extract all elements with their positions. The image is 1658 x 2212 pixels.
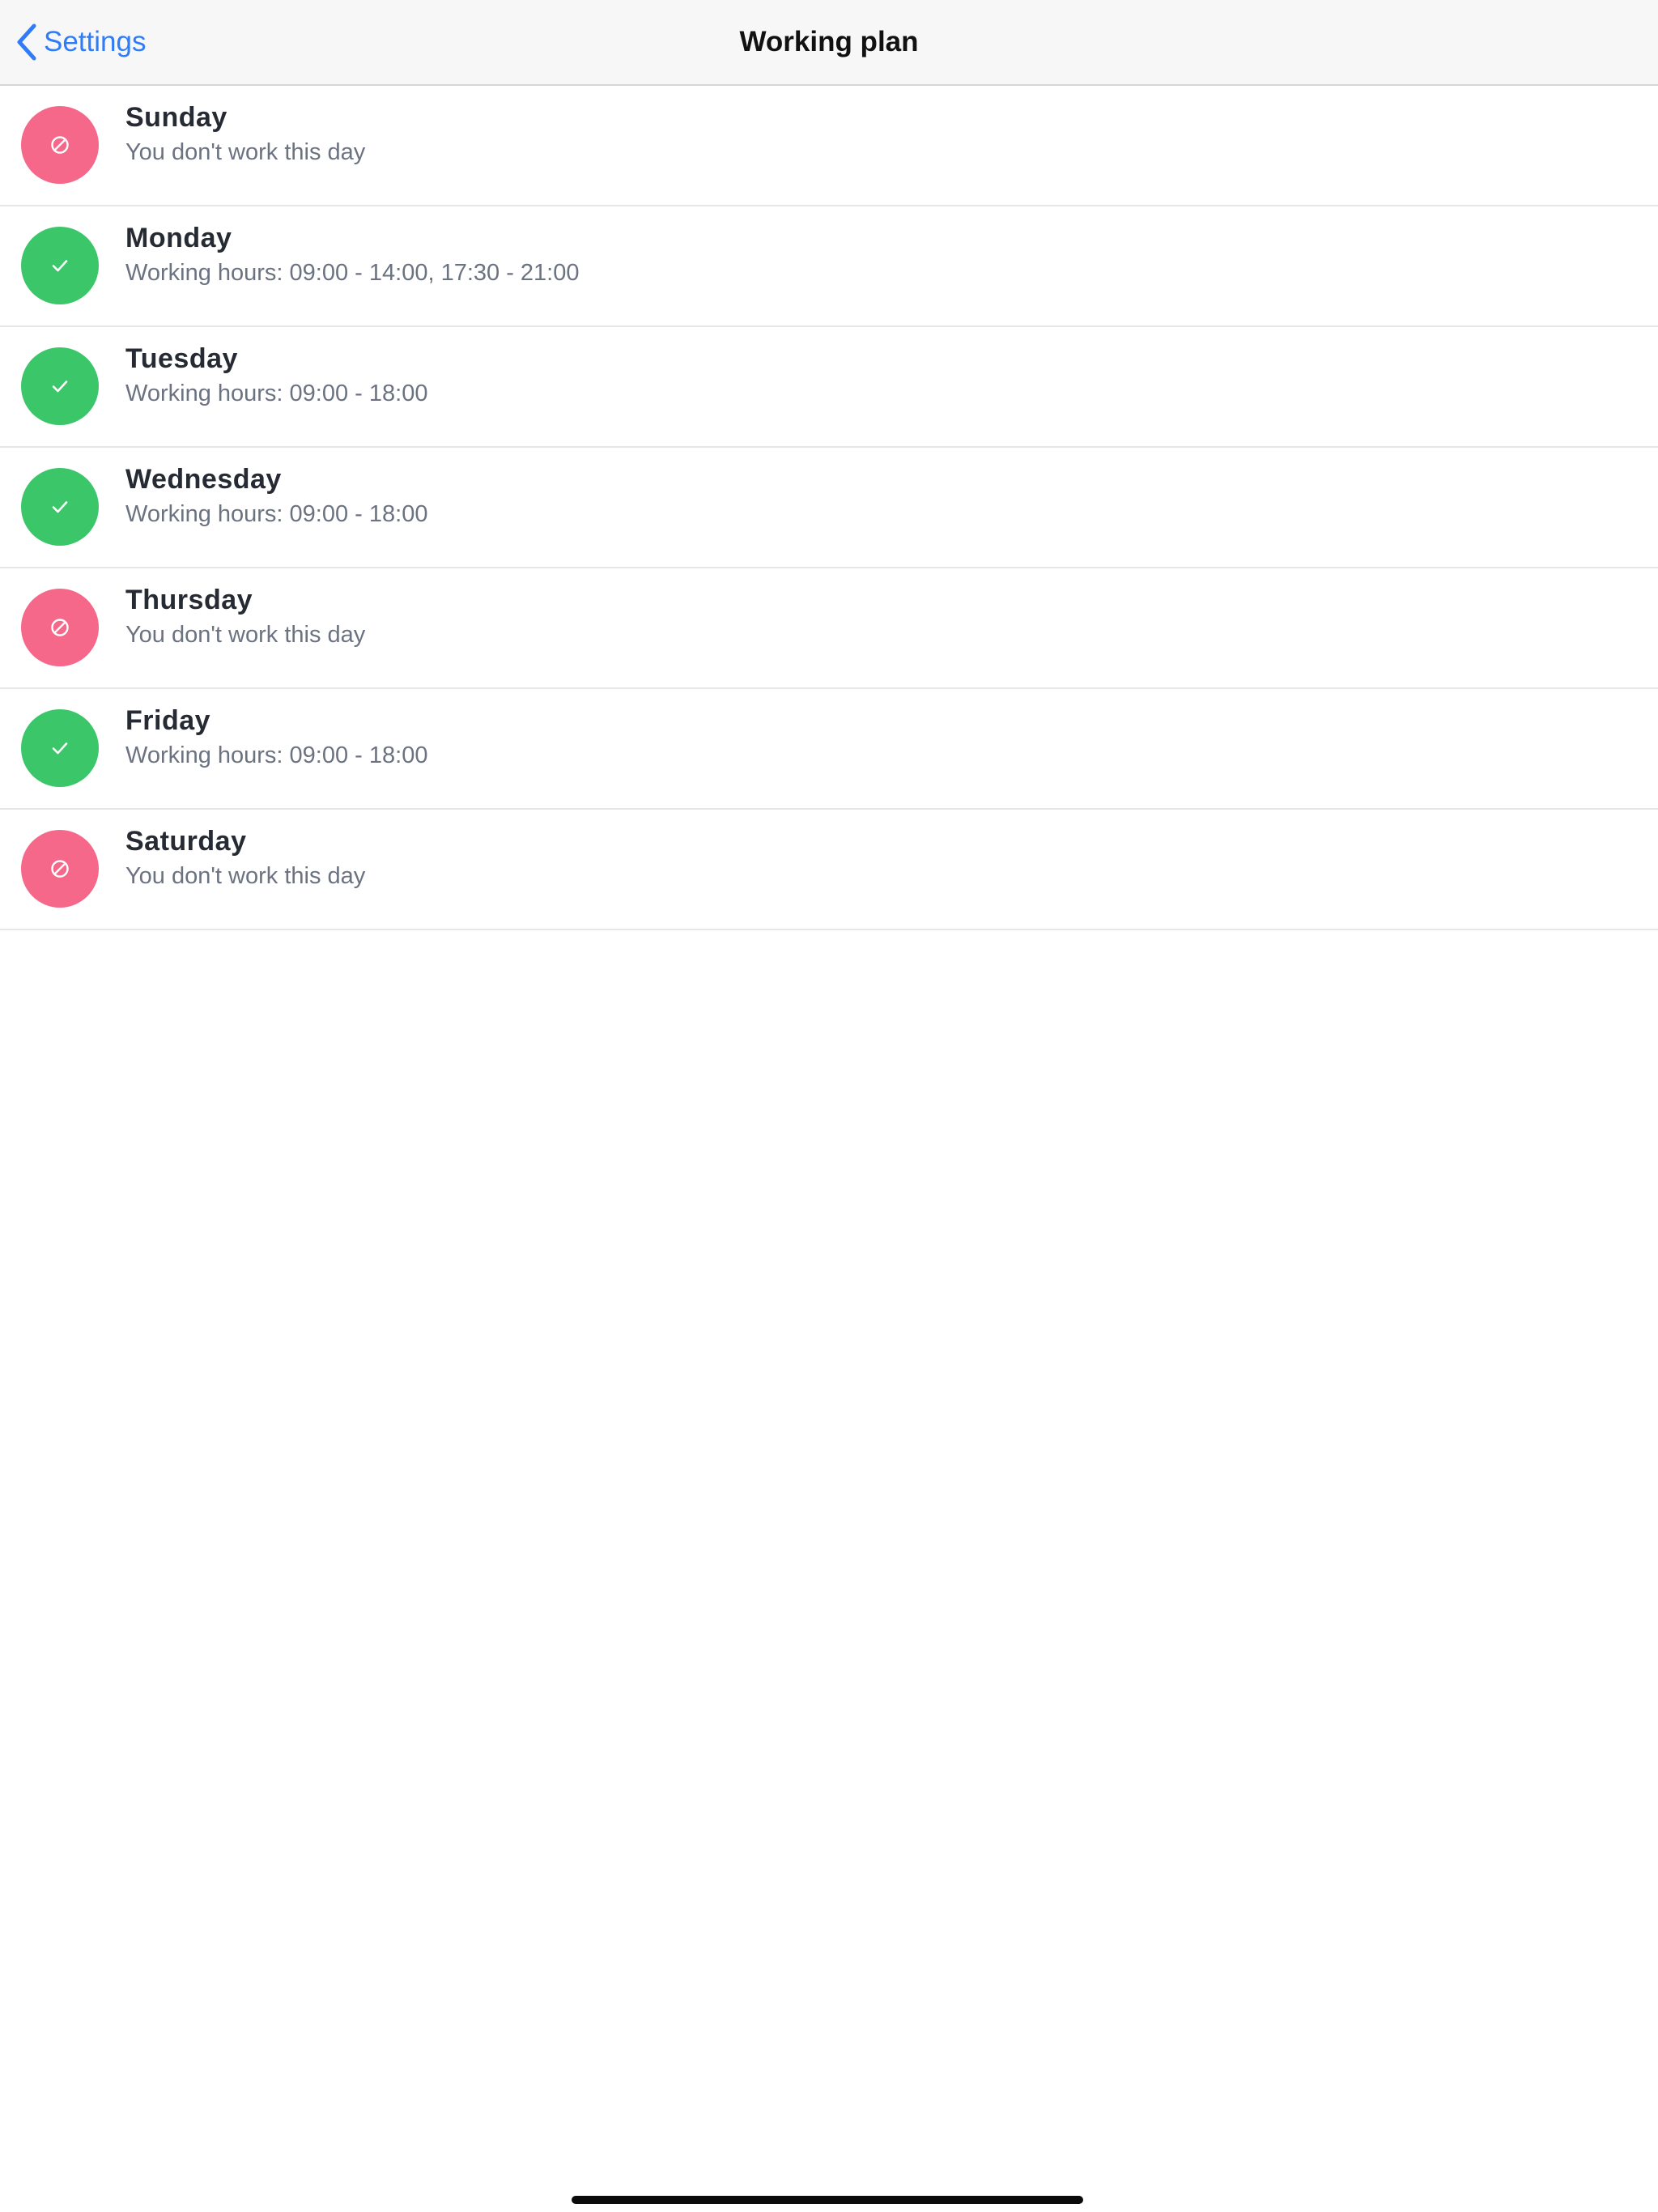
- checkmark-icon: [52, 742, 68, 755]
- day-detail: Working hours: 09:00 - 18:00: [125, 742, 428, 768]
- day-row-monday[interactable]: Monday Working hours: 09:00 - 14:00, 17:…: [0, 206, 1658, 327]
- day-name: Saturday: [125, 826, 247, 857]
- checkmark-icon: [52, 260, 68, 272]
- day-row-friday[interactable]: Friday Working hours: 09:00 - 18:00: [0, 689, 1658, 810]
- day-detail: You don't work this day: [125, 139, 366, 165]
- home-indicator[interactable]: [572, 2196, 1083, 2204]
- prohibited-icon: [51, 136, 69, 154]
- status-badge: [21, 830, 99, 908]
- day-name: Friday: [125, 705, 211, 736]
- day-name: Wednesday: [125, 464, 282, 495]
- prohibited-icon: [51, 860, 69, 878]
- day-list: Sunday You don't work this day Monday Wo…: [0, 86, 1658, 930]
- status-badge: [21, 589, 99, 666]
- working-plan-screen: Settings Working plan Sunday You don't w…: [0, 0, 1658, 2212]
- day-detail: Working hours: 09:00 - 18:00: [125, 381, 428, 406]
- day-detail: You don't work this day: [125, 622, 366, 648]
- day-name: Tuesday: [125, 343, 238, 374]
- status-badge: [21, 106, 99, 184]
- status-badge: [21, 709, 99, 787]
- status-badge: [21, 227, 99, 304]
- day-row-saturday[interactable]: Saturday You don't work this day: [0, 810, 1658, 930]
- day-row-tuesday[interactable]: Tuesday Working hours: 09:00 - 18:00: [0, 327, 1658, 448]
- day-detail: Working hours: 09:00 - 14:00, 17:30 - 21…: [125, 260, 580, 286]
- day-name: Sunday: [125, 102, 227, 133]
- day-name: Thursday: [125, 585, 253, 615]
- day-row-sunday[interactable]: Sunday You don't work this day: [0, 86, 1658, 206]
- day-row-thursday[interactable]: Thursday You don't work this day: [0, 568, 1658, 689]
- day-row-wednesday[interactable]: Wednesday Working hours: 09:00 - 18:00: [0, 448, 1658, 568]
- day-name: Monday: [125, 223, 232, 253]
- checkmark-icon: [52, 381, 68, 393]
- navigation-bar: Settings Working plan: [0, 0, 1658, 86]
- prohibited-icon: [51, 619, 69, 636]
- day-detail: Working hours: 09:00 - 18:00: [125, 501, 428, 527]
- day-detail: You don't work this day: [125, 863, 366, 889]
- status-badge: [21, 347, 99, 425]
- checkmark-icon: [52, 501, 68, 513]
- status-badge: [21, 468, 99, 546]
- page-title: Working plan: [739, 26, 919, 57]
